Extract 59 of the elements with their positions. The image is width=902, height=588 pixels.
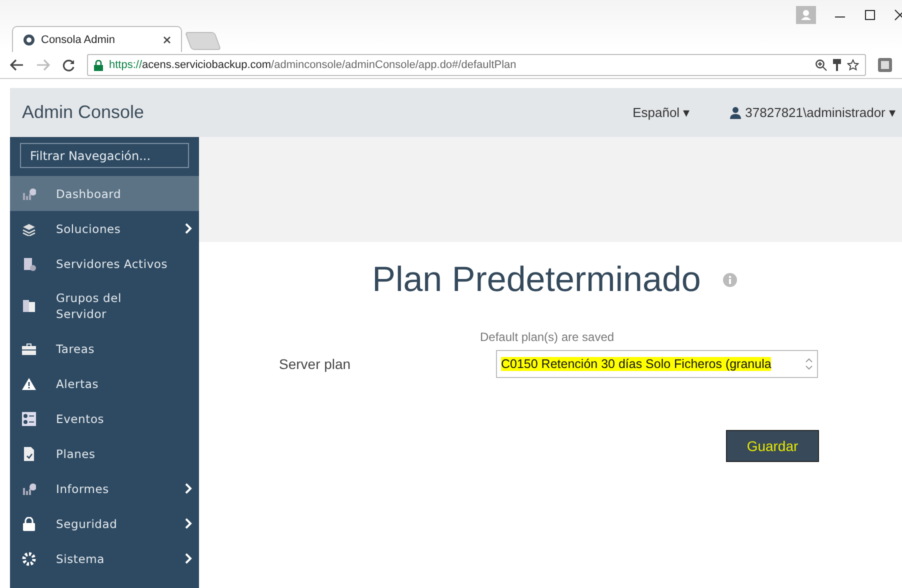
nav-label: Seguridad (56, 516, 118, 532)
spinner-arrows-icon (805, 357, 813, 371)
nav-label: Grupos del Servidor (56, 290, 122, 322)
chart-icon (22, 186, 36, 200)
lock-icon (94, 60, 103, 70)
nav-item[interactable]: Seguridad (10, 506, 199, 541)
briefcase-icon (22, 342, 36, 356)
servers-icon (22, 299, 36, 313)
nav-label: Eventos (56, 410, 106, 426)
app-title: Admin Console (21, 102, 146, 123)
nav-label: Dashboard (56, 186, 122, 202)
nav-item[interactable]: Planes (10, 436, 199, 471)
nav-item[interactable]: Servidores Activos (10, 246, 199, 281)
nav-item[interactable]: Eventos (10, 401, 199, 436)
layers-icon (22, 222, 36, 236)
back-icon[interactable] (10, 59, 24, 71)
nav-item[interactable]: Grupos del Servidor (10, 281, 199, 331)
nav-item[interactable]: Alertas (10, 366, 199, 401)
nav-item[interactable]: Informes (10, 471, 199, 506)
chevron-right-icon (185, 518, 192, 529)
language-menu[interactable]: Español ▾ (632, 105, 690, 120)
reload-icon[interactable] (62, 58, 75, 72)
zoom-icon[interactable] (815, 59, 827, 71)
nav-label: Tareas (56, 340, 96, 356)
address-bar[interactable]: https://acens.serviciobackup.com/adminconsole/adminConsole/app.do#/defaultPlan (87, 54, 866, 76)
nav-label: Planes (56, 446, 96, 462)
chevron-right-icon (185, 223, 192, 234)
chevron-right-icon (185, 553, 192, 564)
nav-item[interactable]: Tareas (10, 331, 199, 366)
save-button[interactable]: Guardar (726, 430, 819, 462)
lock-icon (22, 516, 36, 530)
extension-icon[interactable] (878, 58, 892, 72)
nav-label: Alertas (56, 376, 100, 392)
nav-label: Soluciones (56, 220, 122, 236)
status-message: Default plan(s) are saved (480, 330, 616, 344)
nav-label: Sistema (56, 550, 106, 566)
document-icon (22, 446, 36, 460)
list-icon (22, 412, 36, 426)
nav-label: Servidores Activos (56, 256, 169, 272)
nav-label: Informes (56, 480, 110, 496)
warning-icon (22, 376, 36, 390)
settings-icon (22, 552, 36, 566)
page-title: Plan Predeterminado (371, 260, 701, 300)
user-menu[interactable]: 37827821\administrador ▾ (730, 105, 896, 120)
user-icon (730, 106, 742, 118)
nav-item[interactable]: Soluciones (10, 211, 199, 246)
star-icon[interactable] (847, 59, 859, 71)
close-icon[interactable] (163, 36, 171, 44)
close-icon[interactable] (894, 9, 902, 21)
filter-field[interactable]: Filtrar Navegación... (20, 143, 189, 168)
nav-item[interactable]: Dashboard (10, 176, 199, 211)
field-label: Server plan (278, 356, 352, 372)
browser-tab[interactable]: Consola Admin (12, 26, 182, 52)
maximize-icon[interactable] (864, 9, 876, 21)
chevron-right-icon (185, 483, 192, 494)
site-icon (23, 34, 35, 46)
chart-icon (22, 482, 36, 496)
server-icon (22, 256, 36, 270)
nav-item[interactable]: Sistema (10, 541, 199, 576)
